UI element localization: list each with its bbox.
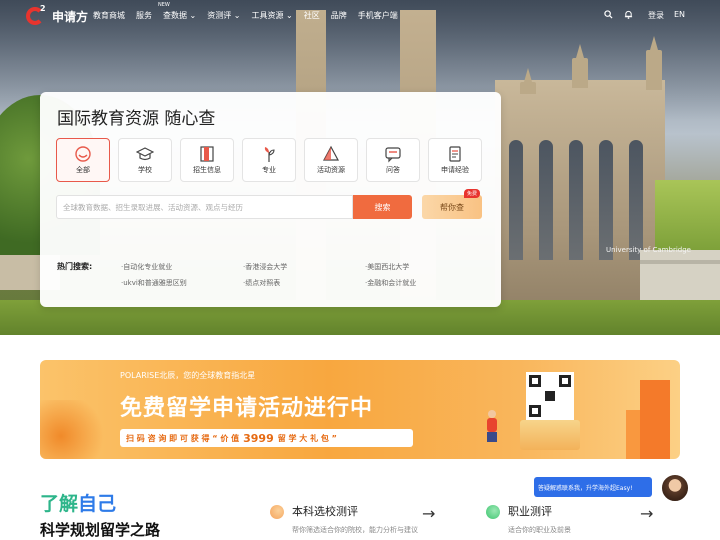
hot-search-link[interactable]: ·绩点对照表 bbox=[243, 278, 280, 288]
category-tabs: 全部 学校 招生信息 专业 活动资源 问答 申请经验 bbox=[56, 138, 490, 182]
nav-item-mall[interactable]: 教育商城 bbox=[93, 10, 125, 21]
orange-dot-icon bbox=[270, 505, 284, 519]
chat-icon bbox=[384, 145, 402, 163]
hero-lawn-right bbox=[655, 180, 720, 250]
hot-search-link[interactable]: ·ukvi和普通雅思区别 bbox=[121, 278, 187, 288]
section-title: 了解自己 bbox=[40, 493, 117, 515]
search-card-title: 国际教育资源 随心查 bbox=[57, 109, 216, 129]
nav-item-eval[interactable]: 资测评 ⌄ bbox=[207, 10, 240, 21]
eval-undergrad[interactable]: 本科选校测评 帮你筛选适合你的院校，能力分析与建议 bbox=[270, 503, 418, 535]
graduation-cap-icon bbox=[136, 145, 154, 163]
nav-item-tools[interactable]: 工具资源 ⌄ bbox=[252, 10, 293, 21]
book-icon bbox=[198, 145, 216, 163]
category-major[interactable]: 专业 bbox=[242, 138, 296, 182]
banner-headline: 免费留学申请活动进行中 bbox=[120, 396, 374, 421]
category-admission[interactable]: 招生信息 bbox=[180, 138, 234, 182]
triangle-icon bbox=[322, 145, 340, 163]
leaf-decoration bbox=[40, 400, 110, 459]
nav-item-community[interactable]: 社区 bbox=[304, 10, 320, 21]
document-icon bbox=[446, 145, 464, 163]
chat-bubble[interactable]: 答疑解惑联系我，升学海外超Easy! bbox=[534, 477, 652, 497]
category-school[interactable]: 学校 bbox=[118, 138, 172, 182]
category-all[interactable]: 全部 bbox=[56, 138, 110, 182]
top-nav: 2 申请方 教育商城 服务 NEW 查数据 ⌄ 资测评 ⌄ 工具资源 ⌄ 社区 品… bbox=[0, 0, 720, 32]
help-search-button[interactable]: 帮你查 免费 bbox=[422, 189, 482, 219]
banner-subtitle: POLARISE北辰，您的全球教育指北星 bbox=[120, 371, 256, 380]
logo-text: 申请方 bbox=[52, 9, 89, 24]
hot-search-link[interactable]: ·金融和会计就业 bbox=[365, 278, 416, 288]
category-experience[interactable]: 申请经验 bbox=[428, 138, 482, 182]
advisor-avatar[interactable] bbox=[660, 473, 690, 503]
hot-search-label: 热门搜索: bbox=[57, 262, 93, 271]
qr-stand bbox=[520, 420, 580, 450]
hot-search-link[interactable]: ·自动化专业就业 bbox=[121, 262, 172, 272]
running-person-icon bbox=[485, 410, 499, 444]
nav-menu: 教育商城 服务 NEW 查数据 ⌄ 资测评 ⌄ 工具资源 ⌄ 社区 品牌 手机客户… bbox=[93, 2, 409, 21]
nav-item-mobile[interactable]: 手机客户端 bbox=[358, 10, 398, 21]
search-icon[interactable] bbox=[604, 10, 613, 21]
section-subtitle: 科学规划留学之路 bbox=[40, 521, 161, 539]
nav-item-service[interactable]: 服务 NEW bbox=[136, 2, 170, 21]
promo-banner[interactable]: POLARISE北辰，您的全球教育指北星 免费留学申请活动进行中 扫 码 咨 询… bbox=[40, 360, 680, 459]
search-input[interactable]: 全球教育数据、招生录取进展、活动资源、观点与经历 bbox=[56, 195, 353, 219]
hero-watermark: University of Cambridge bbox=[606, 246, 691, 254]
plant-icon bbox=[260, 145, 278, 163]
nav-item-data[interactable]: 查数据 ⌄ bbox=[163, 10, 196, 21]
bell-icon[interactable] bbox=[624, 10, 633, 21]
qr-code-icon bbox=[526, 372, 574, 420]
arrow-right-icon[interactable]: → bbox=[640, 504, 653, 523]
category-qa[interactable]: 问答 bbox=[366, 138, 420, 182]
logo-icon: 2 bbox=[26, 4, 48, 27]
login-link[interactable]: 登录 bbox=[648, 10, 664, 21]
building-decoration bbox=[640, 380, 670, 459]
all-icon bbox=[74, 145, 92, 163]
logo[interactable]: 2 申请方 bbox=[26, 4, 89, 27]
search-card: 国际教育资源 随心查 全部 学校 招生信息 专业 活动资源 问答 申请经验 全球… bbox=[40, 92, 501, 307]
hot-search-link[interactable]: ·美国西北大学 bbox=[365, 262, 409, 272]
new-badge: NEW bbox=[158, 2, 170, 8]
search-button[interactable]: 搜索 bbox=[353, 195, 412, 219]
language-switch[interactable]: EN bbox=[674, 10, 685, 19]
eval-career[interactable]: 职业测评 适合你的职业及前景 bbox=[486, 503, 571, 535]
hot-search-link[interactable]: ·香港浸会大学 bbox=[243, 262, 287, 272]
nav-item-brand[interactable]: 品牌 bbox=[331, 10, 347, 21]
arrow-right-icon[interactable]: → bbox=[422, 504, 435, 523]
green-dot-icon bbox=[486, 505, 500, 519]
category-activity[interactable]: 活动资源 bbox=[304, 138, 358, 182]
banner-offer: 扫 码 咨 询 即 可 获 得 “ 价 值 3999 留 学 大 礼 包 ” bbox=[120, 429, 413, 447]
free-badge: 免费 bbox=[463, 189, 480, 198]
